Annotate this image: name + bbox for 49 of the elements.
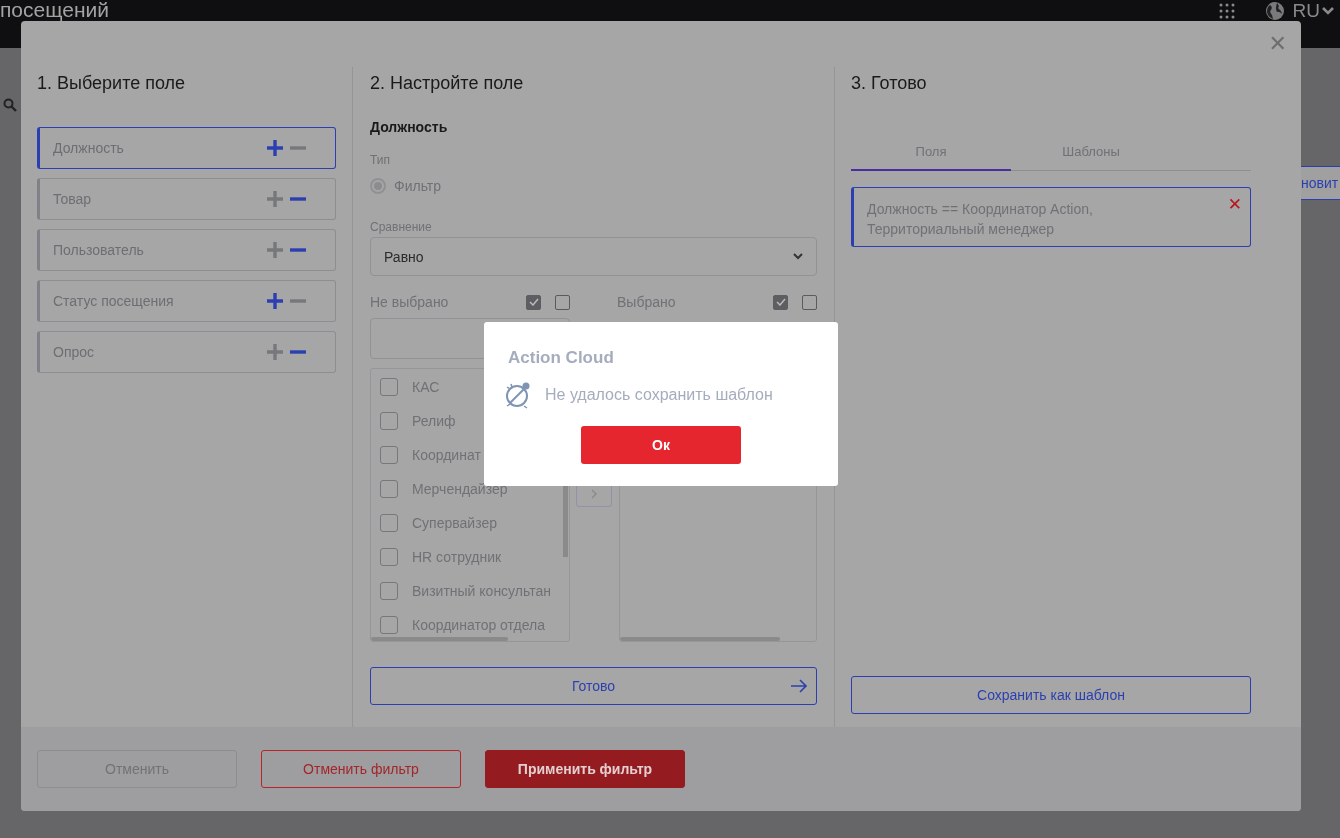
plus-icon[interactable]	[266, 241, 284, 259]
ok-button[interactable]: Ок	[581, 426, 741, 464]
field-label: Опрос	[53, 344, 96, 360]
field-name: Должность	[370, 119, 449, 135]
option-checkbox[interactable]	[380, 582, 398, 600]
step-title: 2. Настройте поле	[370, 72, 525, 94]
field-label: Пользователь	[53, 242, 145, 258]
option-checkbox[interactable]	[380, 616, 398, 634]
chevron-down-icon	[793, 253, 803, 260]
alert-message: Не удалось сохранить шаблон	[545, 386, 773, 404]
select-all-checkbox[interactable]	[526, 294, 541, 310]
field-item[interactable]: Статус посещения	[37, 280, 336, 322]
field-label: Статус посещения	[53, 293, 175, 309]
apps-grid-icon[interactable]	[1218, 3, 1235, 19]
plus-icon[interactable]	[266, 139, 284, 157]
footer-button[interactable]: Отменить фильтр	[261, 750, 461, 788]
plus-icon[interactable]	[266, 343, 284, 361]
step-title: 1. Выберите поле	[37, 72, 187, 94]
page-title: посещений	[0, 0, 109, 19]
field-item[interactable]: Пользователь	[37, 229, 336, 271]
option-checkbox[interactable]	[380, 480, 398, 498]
option-checkbox[interactable]	[380, 412, 398, 430]
deselect-all-checkbox[interactable]	[555, 294, 570, 310]
select-all-checkbox[interactable]	[773, 294, 788, 310]
plus-icon[interactable]	[266, 292, 284, 310]
field-item[interactable]: Опрос	[37, 331, 336, 373]
radio-button[interactable]	[370, 178, 386, 194]
field-item[interactable]: Должность	[37, 127, 336, 169]
field-item[interactable]: Товар	[37, 178, 336, 220]
comparison-select[interactable]: Равно	[370, 237, 817, 276]
footer-button[interactable]: Применить фильтр	[485, 750, 685, 788]
option-checkbox[interactable]	[380, 446, 398, 464]
done-button[interactable]: Готово	[370, 667, 817, 705]
option-checkbox[interactable]	[380, 514, 398, 532]
save-template-button[interactable]: Сохранить как шаблон	[851, 676, 1251, 714]
chevron-right-icon	[591, 489, 597, 499]
field-label: Товар	[53, 191, 93, 207]
plus-icon[interactable]	[266, 190, 284, 208]
caret-icon	[1322, 5, 1334, 16]
globe-icon[interactable]	[1264, 1, 1285, 21]
language-selector[interactable]: RU	[1292, 1, 1334, 20]
step-title: 3. Готово	[851, 72, 928, 94]
deselect-all-checkbox[interactable]	[802, 294, 817, 310]
alert-title: Action Cloud	[508, 348, 615, 368]
option-checkbox[interactable]	[380, 378, 398, 396]
arrow-right-icon	[790, 679, 808, 693]
field-label: Должность	[53, 140, 125, 156]
option-checkbox[interactable]	[380, 548, 398, 566]
search-icon[interactable]	[3, 98, 17, 112]
